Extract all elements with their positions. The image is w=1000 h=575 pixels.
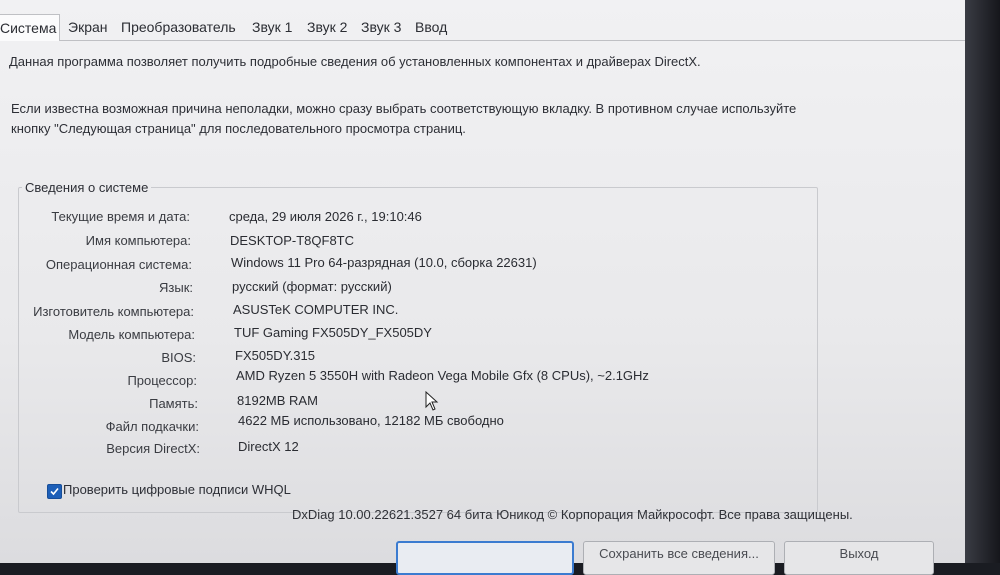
tab-display[interactable]: Экран	[65, 14, 111, 40]
label-page-file: Файл подкачки:	[105, 419, 199, 434]
exit-button[interactable]: Выход	[784, 541, 934, 575]
value-bios: FX505DY.315	[235, 348, 315, 363]
value-page-file: 4622 МБ использовано, 12182 МБ свободно	[238, 413, 504, 428]
label-os: Операционная система:	[45, 257, 192, 272]
tab-sound-2[interactable]: Звук 2	[304, 14, 350, 40]
save-all-button[interactable]: Сохранить все сведения...	[583, 541, 775, 575]
value-model: TUF Gaming FX505DY_FX505DY	[234, 325, 432, 340]
tab-input[interactable]: Ввод	[412, 14, 450, 40]
value-computer-name: DESKTOP-T8QF8TC	[230, 233, 355, 248]
copyright-footer: DxDiag 10.00.22621.3527 64 бита Юникод ©…	[292, 507, 853, 522]
value-datetime: среда, 29 июля 2026 г., 19:10:46	[229, 209, 422, 224]
system-info-title: Сведения о системе	[22, 180, 152, 195]
label-model: Модель компьютера:	[68, 327, 195, 342]
tab-sound-3[interactable]: Звук 3	[358, 14, 404, 40]
value-directx: DirectX 12	[238, 439, 299, 454]
tab-render[interactable]: Преобразователь	[118, 14, 239, 40]
whql-checkbox-label[interactable]: Проверить цифровые подписи WHQL	[63, 482, 291, 497]
label-memory: Память:	[149, 396, 198, 411]
hint-text-line-1: Если известна возможная причина неполадк…	[11, 101, 797, 116]
value-os: Windows 11 Pro 64-разрядная (10.0, сборк…	[231, 255, 537, 270]
whql-checkbox[interactable]	[47, 484, 62, 499]
mouse-pointer-icon	[425, 391, 439, 411]
tab-system[interactable]: Система	[0, 14, 61, 41]
label-manufacturer: Изготовитель компьютера:	[33, 304, 194, 319]
value-language: русский (формат: русский)	[232, 279, 392, 294]
hint-text-line-2: кнопку "Следующая страница" для последов…	[11, 121, 466, 136]
intro-text: Данная программа позволяет получить подр…	[9, 54, 701, 69]
dxdiag-window: Система Экран Преобразователь Звук 1 Зву…	[0, 0, 965, 575]
tab-sound-1[interactable]: Звук 1	[249, 14, 295, 40]
value-processor: AMD Ryzen 5 3550H with Radeon Vega Mobil…	[236, 368, 649, 383]
label-directx: Версия DirectX:	[106, 441, 200, 456]
label-processor: Процессор:	[127, 373, 197, 388]
tab-bar: Система Экран Преобразователь Звук 1 Зву…	[0, 14, 965, 41]
value-memory: 8192MB RAM	[237, 393, 318, 408]
checkmark-icon	[50, 487, 59, 496]
value-manufacturer: ASUSTeK COMPUTER INC.	[233, 302, 399, 317]
label-language: Язык:	[159, 280, 193, 295]
label-bios: BIOS:	[161, 350, 196, 365]
label-datetime: Текущие время и дата:	[51, 209, 190, 224]
screen-edge	[965, 0, 1000, 563]
label-computer-name: Имя компьютера:	[85, 233, 191, 248]
hint-text: Если известна возможная причина неполадк…	[11, 99, 796, 139]
help-button[interactable]	[396, 541, 574, 575]
